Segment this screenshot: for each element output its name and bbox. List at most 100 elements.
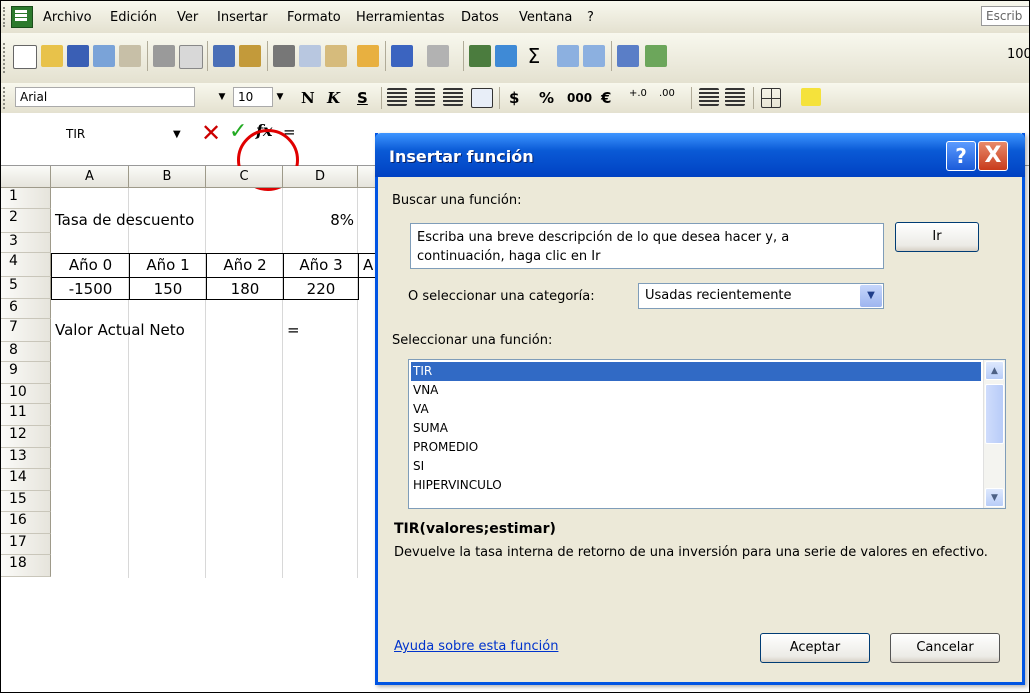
row-header-8[interactable]: 8	[1, 342, 51, 362]
menu-ventana[interactable]: Ventana	[519, 10, 572, 25]
row-header-10[interactable]: 10	[1, 384, 51, 404]
increase-decimal-icon[interactable]: +.0	[629, 88, 653, 106]
decrease-decimal-icon[interactable]: .00	[659, 88, 683, 106]
column-header-a[interactable]: A	[51, 166, 129, 188]
ask-question-box[interactable]: Escrib	[981, 6, 1029, 26]
function-list-scrollbar[interactable]: ▲ ▼	[983, 360, 1005, 508]
euro-button[interactable]: €	[601, 89, 611, 107]
column-header-b[interactable]: B	[129, 166, 206, 188]
cell-a2[interactable]: Tasa de descuento	[51, 209, 206, 233]
cell-c5[interactable]: 180	[206, 277, 284, 300]
function-item-tir[interactable]: TIR	[411, 362, 981, 381]
font-size-dropdown-icon[interactable]: ▼	[273, 87, 287, 107]
menu-edicion[interactable]: Edición	[110, 10, 157, 25]
percent-button[interactable]: %	[539, 89, 554, 107]
excel-document-icon[interactable]	[11, 6, 33, 28]
sort-ascending-icon[interactable]	[557, 45, 579, 67]
align-center-icon[interactable]	[415, 88, 435, 106]
sort-descending-icon[interactable]	[583, 45, 605, 67]
undo-icon[interactable]	[391, 45, 413, 67]
print-icon[interactable]	[153, 45, 175, 67]
save-icon[interactable]	[67, 45, 89, 67]
name-box[interactable]: TIR	[56, 123, 161, 147]
help-icon[interactable]: ?	[946, 141, 976, 171]
zoom-level[interactable]: 100%	[1007, 47, 1029, 62]
new-icon[interactable]	[13, 45, 37, 69]
cell-a5[interactable]: -1500	[51, 277, 130, 300]
toolbar-grip[interactable]	[3, 7, 8, 27]
row-header-15[interactable]: 15	[1, 491, 51, 512]
chart-wizard-icon[interactable]	[617, 45, 639, 67]
function-item-vna[interactable]: VNA	[411, 381, 981, 400]
cell-b4[interactable]: Año 1	[129, 253, 207, 278]
cell-a7[interactable]: Valor Actual Neto	[51, 319, 283, 342]
italic-button[interactable]: K	[327, 89, 340, 107]
search-function-input[interactable]: Escriba una breve descripción de lo que …	[410, 223, 884, 269]
thousands-button[interactable]: 000	[567, 91, 592, 105]
fill-color-icon[interactable]	[801, 88, 821, 106]
menu-archivo[interactable]: Archivo	[43, 10, 92, 25]
row-header-6[interactable]: 6	[1, 299, 51, 319]
select-all-corner[interactable]	[1, 166, 51, 188]
row-header-7[interactable]: 7	[1, 319, 51, 342]
menu-help[interactable]: ?	[587, 10, 594, 25]
print-preview-icon[interactable]	[179, 45, 203, 69]
function-list[interactable]: TIR VNA VA SUMA PROMEDIO SI HIPERVINCULO…	[408, 359, 1006, 509]
function-item-va[interactable]: VA	[411, 400, 981, 419]
hyperlink-icon[interactable]	[469, 45, 491, 67]
name-box-dropdown-icon[interactable]: ▼	[173, 129, 181, 140]
cancel-button[interactable]: Cancelar	[890, 633, 1000, 663]
open-icon[interactable]	[41, 45, 63, 67]
cut-icon[interactable]	[273, 45, 295, 67]
row-header-16[interactable]: 16	[1, 512, 51, 534]
function-help-link[interactable]: Ayuda sobre esta función	[394, 639, 558, 654]
menu-formato[interactable]: Formato	[287, 10, 341, 25]
function-item-si[interactable]: SI	[411, 457, 981, 476]
row-header-9[interactable]: 9	[1, 362, 51, 384]
copy-icon[interactable]	[299, 45, 321, 67]
permission-icon[interactable]	[93, 45, 115, 67]
cell-d4[interactable]: Año 3	[283, 253, 359, 278]
autosum-icon[interactable]: Σ	[523, 45, 545, 67]
row-header-13[interactable]: 13	[1, 448, 51, 469]
cell-d7[interactable]: =	[283, 319, 358, 342]
category-select[interactable]: Usadas recientemente ▼	[638, 283, 884, 309]
email-icon[interactable]	[119, 45, 141, 67]
align-right-icon[interactable]	[443, 88, 463, 106]
menu-ver[interactable]: Ver	[177, 10, 198, 25]
cell-d2[interactable]: 8%	[283, 209, 358, 233]
row-header-1[interactable]: 1	[1, 188, 51, 209]
toolbar-grip[interactable]	[3, 87, 8, 109]
menu-datos[interactable]: Datos	[461, 10, 499, 25]
go-button[interactable]: Ir	[895, 222, 979, 252]
merge-center-icon[interactable]	[471, 88, 493, 108]
row-header-5[interactable]: 5	[1, 277, 51, 299]
cancel-entry-icon[interactable]: ✕	[201, 119, 221, 147]
row-header-2[interactable]: 2	[1, 209, 51, 233]
close-icon[interactable]: X	[978, 141, 1008, 171]
row-header-18[interactable]: 18	[1, 555, 51, 577]
menu-herramientas[interactable]: Herramientas	[356, 10, 445, 25]
row-header-17[interactable]: 17	[1, 534, 51, 555]
format-painter-icon[interactable]	[357, 45, 379, 67]
cell-b5[interactable]: 150	[129, 277, 207, 300]
row-header-3[interactable]: 3	[1, 233, 51, 253]
borders-icon[interactable]	[761, 88, 781, 108]
globe-icon[interactable]	[495, 45, 517, 67]
cell-a4[interactable]: Año 0	[51, 253, 130, 278]
decrease-indent-icon[interactable]	[699, 88, 719, 106]
row-header-4[interactable]: 4	[1, 253, 51, 277]
font-name-select[interactable]: Arial	[15, 87, 195, 107]
scroll-down-icon[interactable]: ▼	[985, 488, 1004, 507]
underline-button[interactable]: S	[357, 89, 368, 107]
function-item-promedio[interactable]: PROMEDIO	[411, 438, 981, 457]
increase-indent-icon[interactable]	[725, 88, 745, 106]
chevron-down-icon[interactable]: ▼	[860, 285, 882, 307]
function-item-hipervinculo[interactable]: HIPERVINCULO	[411, 476, 981, 495]
function-item-suma[interactable]: SUMA	[411, 419, 981, 438]
currency-button[interactable]: $	[509, 89, 519, 107]
dialog-title-bar[interactable]: Insertar función ? X	[375, 133, 1025, 177]
scrollbar-thumb[interactable]	[985, 384, 1004, 444]
spelling-icon[interactable]	[213, 45, 235, 67]
menu-insertar[interactable]: Insertar	[217, 10, 268, 25]
